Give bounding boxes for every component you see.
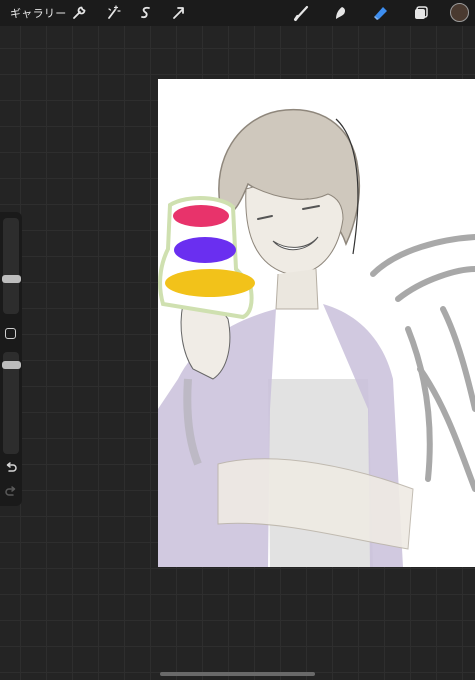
- magic-wand-icon[interactable]: [104, 4, 122, 22]
- palette-purple: [174, 237, 236, 263]
- redo-icon[interactable]: [4, 485, 18, 499]
- selection-icon[interactable]: [137, 4, 155, 22]
- palette-yellow: [165, 269, 255, 297]
- eraser-icon[interactable]: [372, 4, 390, 22]
- brush-size-handle[interactable]: [2, 275, 21, 284]
- palette-pink: [173, 205, 229, 227]
- face: [245, 186, 344, 275]
- drawing-canvas[interactable]: [158, 79, 475, 567]
- brush-icon[interactable]: [293, 4, 311, 22]
- wrench-icon[interactable]: [70, 4, 88, 22]
- smudge-icon[interactable]: [332, 4, 350, 22]
- home-indicator: [160, 672, 315, 676]
- layers-icon[interactable]: [412, 4, 430, 22]
- color-swatch[interactable]: [450, 3, 469, 22]
- gallery-button[interactable]: ギャラリー: [10, 5, 67, 21]
- top-toolbar: ギャラリー: [0, 0, 475, 26]
- brush-size-slider[interactable]: [3, 218, 19, 314]
- artwork-sketch: [158, 108, 475, 567]
- opacity-handle[interactable]: [2, 361, 21, 370]
- undo-icon[interactable]: [4, 461, 18, 475]
- left-sidebar: [0, 212, 22, 506]
- modify-button[interactable]: [5, 328, 16, 339]
- transform-arrow-icon[interactable]: [170, 4, 188, 22]
